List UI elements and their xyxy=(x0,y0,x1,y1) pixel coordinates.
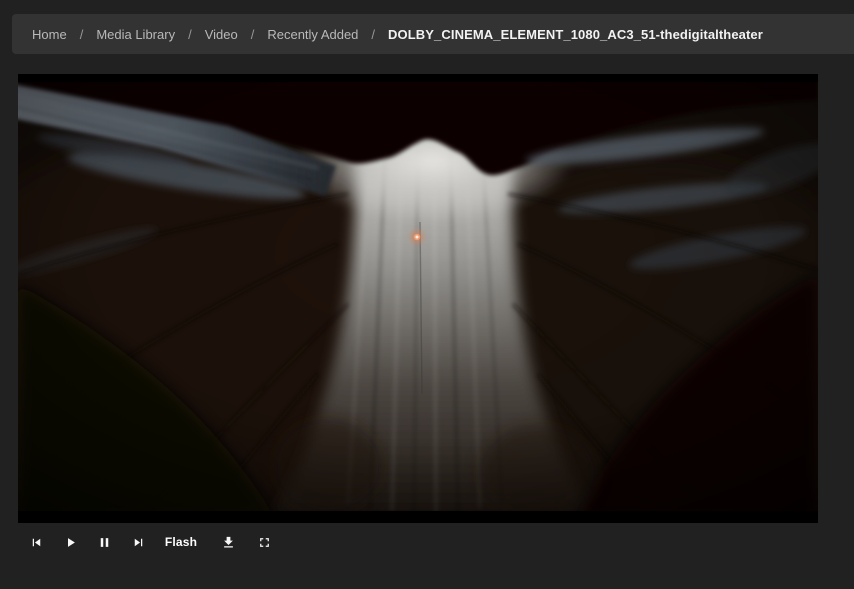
breadcrumb-separator: / xyxy=(188,27,192,42)
fullscreen-icon xyxy=(257,535,272,550)
download-icon xyxy=(221,535,236,550)
breadcrumb-item-video[interactable]: Video xyxy=(205,27,238,42)
play-icon xyxy=(63,535,78,550)
breadcrumb-current: DOLBY_CINEMA_ELEMENT_1080_AC3_51-thedigi… xyxy=(388,27,763,42)
breadcrumb-item-home[interactable]: Home xyxy=(32,27,67,42)
video-frame[interactable] xyxy=(18,74,818,523)
breadcrumb: Home / Media Library / Video / Recently … xyxy=(12,14,854,54)
pause-icon xyxy=(97,535,112,550)
fullscreen-button[interactable] xyxy=(247,524,281,560)
breadcrumb-separator: / xyxy=(251,27,255,42)
breadcrumb-item-media-library[interactable]: Media Library xyxy=(96,27,175,42)
pause-button[interactable] xyxy=(87,524,121,560)
skip-previous-icon xyxy=(29,535,44,550)
skip-next-icon xyxy=(131,535,146,550)
player-controls: Flash xyxy=(18,524,281,560)
play-button[interactable] xyxy=(53,524,87,560)
download-button[interactable] xyxy=(211,524,245,560)
flash-button[interactable]: Flash xyxy=(155,524,207,560)
video-scene xyxy=(18,74,818,523)
breadcrumb-separator: / xyxy=(371,27,375,42)
breadcrumb-item-recently-added[interactable]: Recently Added xyxy=(267,27,358,42)
skip-previous-button[interactable] xyxy=(19,524,53,560)
breadcrumb-separator: / xyxy=(80,27,84,42)
skip-next-button[interactable] xyxy=(121,524,155,560)
